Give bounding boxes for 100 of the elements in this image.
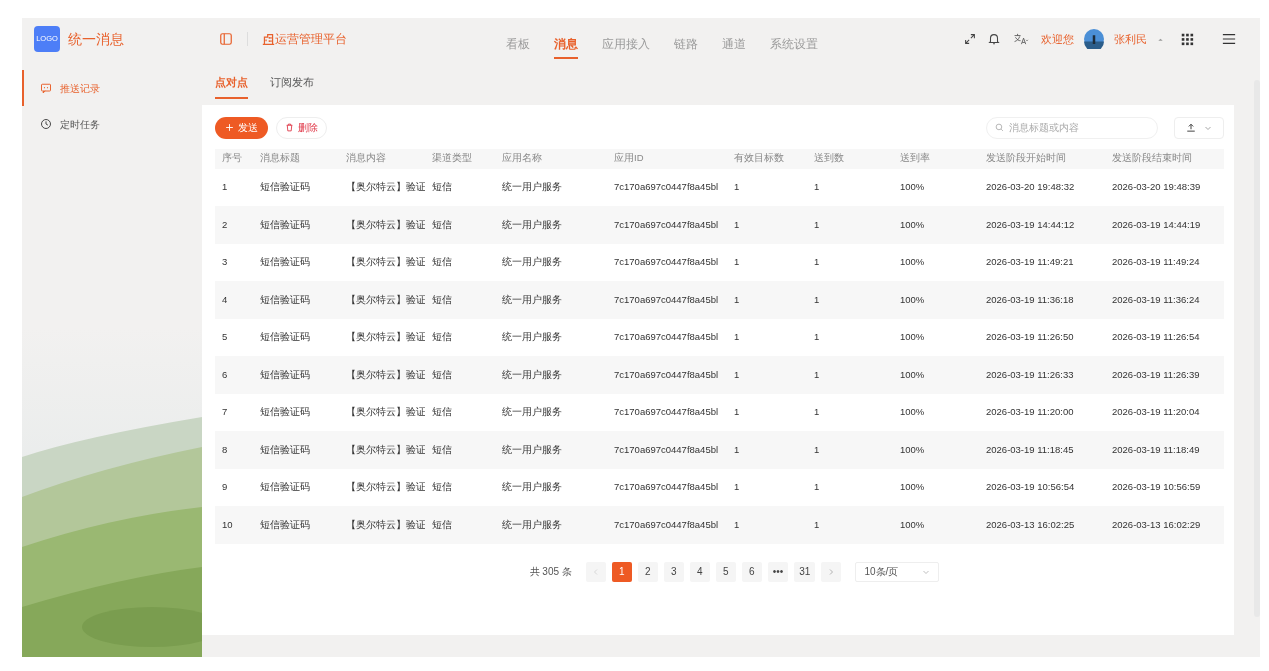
page-button[interactable]: 1 (611, 561, 632, 582)
table-cell: 1 (727, 243, 807, 281)
table-cell: 7c170a697c0447f8a45bl (607, 506, 727, 544)
send-button[interactable]: 发送 (215, 116, 268, 139)
column-header: 应用ID (607, 148, 727, 169)
table-cell: 7c170a697c0447f8a45bl (607, 206, 727, 244)
plus-icon (225, 123, 234, 132)
chevron-right-icon (827, 568, 836, 577)
table-cell: 【奥尔特云】验证 (339, 206, 425, 244)
sidebar-item[interactable]: 定时任务 (22, 106, 202, 142)
page-button[interactable]: 31 (794, 561, 816, 582)
table-cell: 统一用户服务 (495, 168, 607, 206)
column-header: 发送阶段开始时间 (979, 148, 1105, 169)
welcome-text: 欢迎您 (1041, 31, 1074, 47)
bell-icon[interactable] (987, 32, 1001, 46)
table-cell: 【奥尔特云】验证 (339, 393, 425, 431)
table-cell: 短信 (425, 356, 495, 394)
table-cell: 2026-03-19 11:26:50 (979, 318, 1105, 356)
table-cell: 1 (807, 506, 893, 544)
table-cell: 2026-03-13 16:02:29 (1105, 506, 1224, 544)
table-cell: 10 (215, 506, 253, 544)
table-cell: 100% (893, 281, 979, 319)
sidebar-item[interactable]: 推送记录 (22, 70, 202, 106)
table-cell: 短信验证码 (253, 356, 339, 394)
page-button[interactable]: 4 (689, 561, 710, 582)
table-cell: 短信验证码 (253, 243, 339, 281)
table-cell: 统一用户服务 (495, 393, 607, 431)
table-cell: 1 (215, 168, 253, 206)
table-cell: 9 (215, 468, 253, 506)
search-field[interactable]: 消息标题或内容 (986, 116, 1158, 139)
building-icon (262, 32, 275, 46)
table-cell: 100% (893, 393, 979, 431)
column-header: 发送阶段结束时间 (1105, 148, 1224, 169)
page-button[interactable]: 2 (637, 561, 658, 582)
table-cell: 1 (807, 393, 893, 431)
page-button[interactable]: 6 (741, 561, 762, 582)
table-cell: 1 (727, 393, 807, 431)
tab[interactable]: 订阅发布 (270, 68, 314, 99)
table-cell: 短信验证码 (253, 206, 339, 244)
table-cell: 1 (727, 356, 807, 394)
table-cell: 短信 (425, 281, 495, 319)
table-cell: 7c170a697c0447f8a45bl (607, 431, 727, 469)
table-cell: 100% (893, 506, 979, 544)
clock-icon (40, 118, 52, 130)
table-cell: 1 (807, 206, 893, 244)
platform-title: 运营管理平台 (275, 31, 347, 48)
table-cell: 2026-03-19 11:26:54 (1105, 318, 1224, 356)
nav-tab[interactable]: 应用接入 (602, 27, 650, 59)
table-cell: 4 (215, 281, 253, 319)
table-cell: 1 (807, 431, 893, 469)
page-button[interactable]: 5 (715, 561, 736, 582)
table-cell: 1 (727, 206, 807, 244)
table-cell: 1 (807, 318, 893, 356)
tab[interactable]: 点对点 (215, 68, 248, 99)
table-cell: 1 (727, 506, 807, 544)
table-cell: 100% (893, 468, 979, 506)
table-cell: 2026-03-19 11:20:04 (1105, 393, 1224, 431)
column-header: 渠道类型 (425, 148, 495, 169)
table-cell: 统一用户服务 (495, 281, 607, 319)
table-cell: 2026-03-19 11:36:24 (1105, 281, 1224, 319)
table-cell: 1 (807, 243, 893, 281)
page-button[interactable]: 3 (663, 561, 684, 582)
nav-tab[interactable]: 系统设置 (770, 27, 818, 59)
nav-tab[interactable]: 链路 (674, 27, 698, 59)
table-cell: 1 (807, 168, 893, 206)
table-cell: 2026-03-19 11:26:33 (979, 356, 1105, 394)
user-name[interactable]: 张利民 (1114, 30, 1147, 48)
apps-grid-icon[interactable] (1180, 32, 1194, 46)
nav-tab[interactable]: 消息 (554, 27, 578, 59)
nav-tab[interactable]: 通道 (722, 27, 746, 59)
table-cell: 2026-03-13 16:02:25 (979, 506, 1105, 544)
column-header: 消息标题 (253, 148, 339, 169)
page-size-select[interactable]: 10条/页 (855, 561, 940, 582)
table-cell: 2026-03-19 10:56:54 (979, 468, 1105, 506)
sidebar-toggle-icon[interactable] (219, 32, 233, 46)
table-cell: 1 (727, 318, 807, 356)
table-cell: 2026-03-19 14:44:12 (979, 206, 1105, 244)
table-cell: 2026-03-19 11:18:49 (1105, 431, 1224, 469)
menu-icon[interactable] (1222, 32, 1236, 46)
table-cell: 短信 (425, 318, 495, 356)
table-cell: 短信 (425, 168, 495, 206)
avatar-icon[interactable] (1084, 29, 1104, 49)
table-cell: 短信验证码 (253, 393, 339, 431)
fullscreen-icon[interactable] (963, 32, 977, 46)
message-icon (40, 82, 52, 94)
table-cell: 7c170a697c0447f8a45bl (607, 356, 727, 394)
table-cell: 【奥尔特云】验证 (339, 431, 425, 469)
table-cell: 2026-03-20 19:48:32 (979, 168, 1105, 206)
table-cell: 7c170a697c0447f8a45bl (607, 318, 727, 356)
table-cell: 短信 (425, 468, 495, 506)
table-cell: 【奥尔特云】验证 (339, 281, 425, 319)
table-cell: 统一用户服务 (495, 468, 607, 506)
delete-button[interactable]: 删除 (276, 116, 327, 139)
table-cell: 短信验证码 (253, 318, 339, 356)
page-button[interactable]: ••• (767, 561, 789, 582)
table-cell: 7c170a697c0447f8a45bl (607, 281, 727, 319)
table-cell: 统一用户服务 (495, 356, 607, 394)
nav-tab[interactable]: 看板 (506, 27, 530, 59)
table-cell: 2 (215, 206, 253, 244)
table-cell: 7 (215, 393, 253, 431)
